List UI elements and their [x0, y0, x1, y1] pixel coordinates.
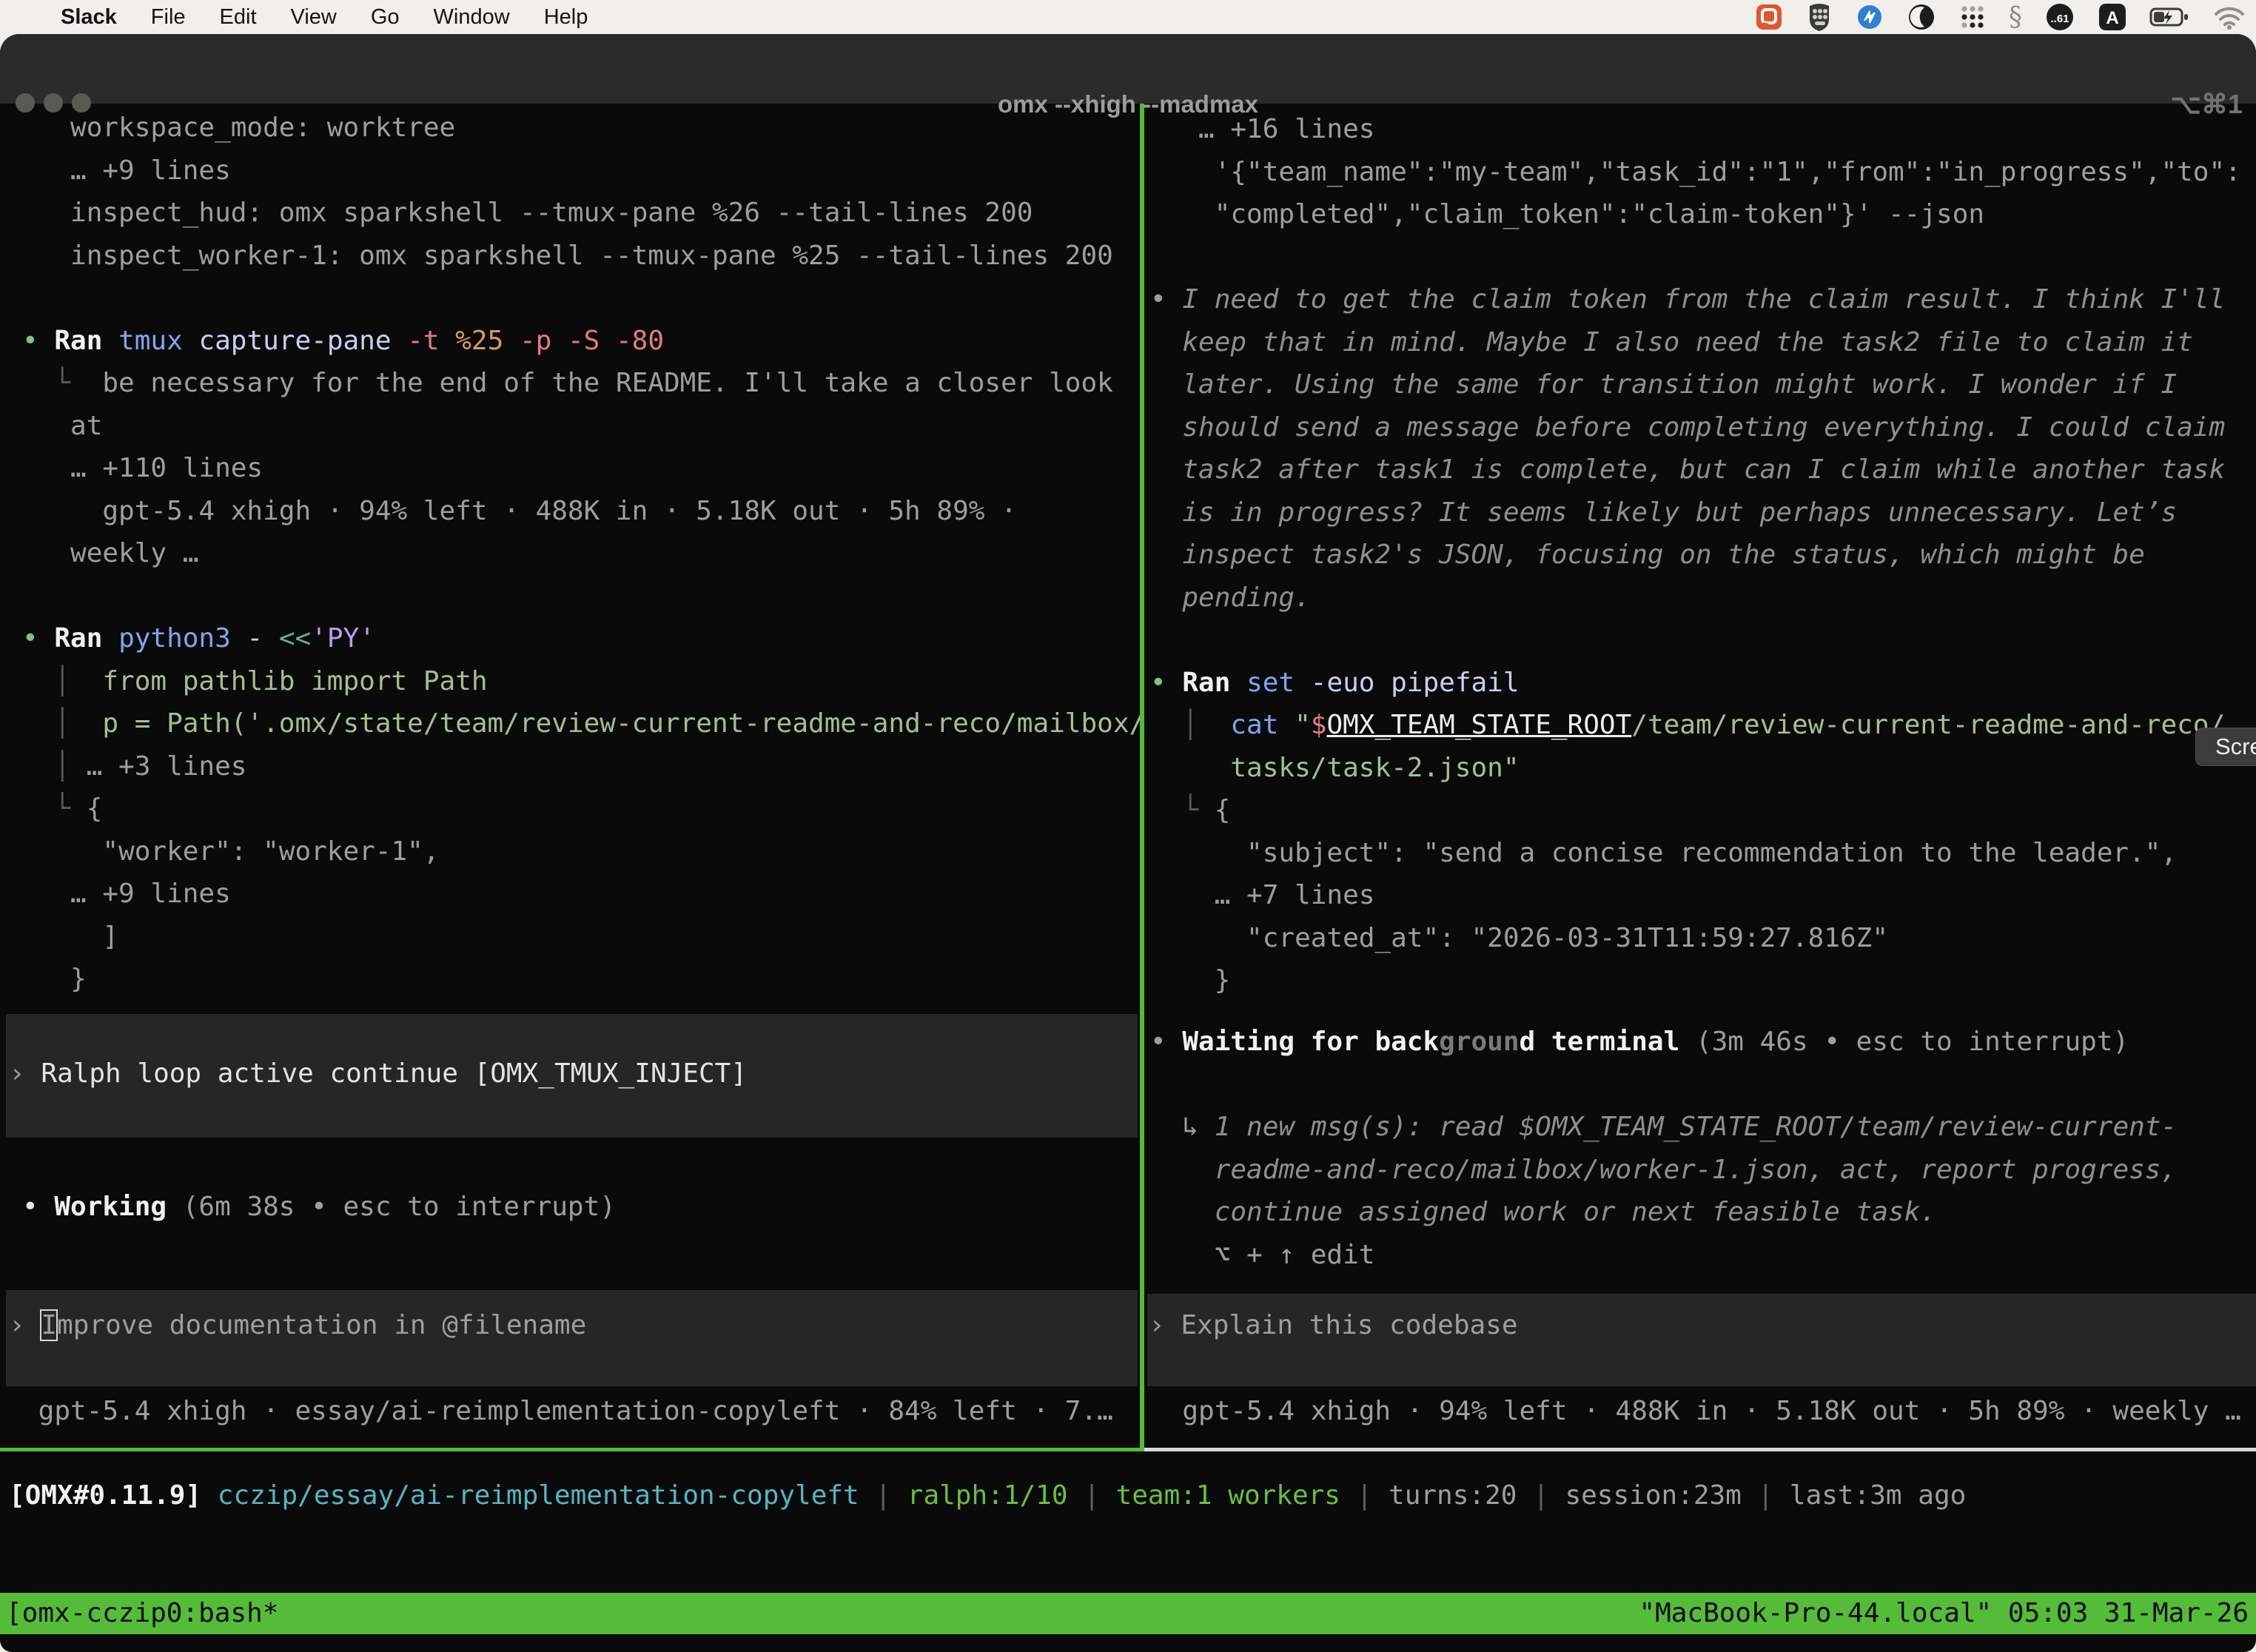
count-badge-text: ..61 — [2050, 13, 2069, 25]
menu-app-name[interactable]: Slack — [61, 5, 117, 30]
squiggle-icon[interactable]: § — [2009, 2, 2022, 33]
menu-item-edit[interactable]: Edit — [220, 5, 257, 30]
wifi-icon[interactable] — [2213, 4, 2246, 30]
menu-item-help[interactable]: Help — [544, 5, 588, 30]
menu-items: File Edit View Go Window Help — [117, 5, 588, 30]
tmux-status-bar: [omx-cczip0:bash* "MacBook-Pro-44.local"… — [0, 1593, 2256, 1634]
tmux-host-clock: "MacBook-Pro-44.local" 05:03 31-Mar-26 — [1639, 1593, 2249, 1634]
screen: Slack File Edit View Go Window Help § ..61 — [0, 0, 2256, 1652]
battery-icon[interactable] — [2149, 6, 2191, 28]
omx-hud-pane: [OMX#0.11.9] cczip/essay/ai-reimplementa… — [0, 34, 2256, 1652]
menu-item-window[interactable]: Window — [434, 5, 510, 30]
svg-text:A: A — [2106, 8, 2118, 28]
terminal-window: omx --xhigh --madmax ⌥⌘1 workspace_mode:… — [0, 34, 2256, 1652]
moon-icon[interactable] — [1907, 2, 1936, 32]
macos-menu-bar: Slack File Edit View Go Window Help § ..61 — [0, 0, 2256, 34]
dots-grid-icon[interactable] — [1958, 3, 1987, 31]
tmux-session-label: [omx-cczip0:bash* — [6, 1593, 278, 1634]
omx-hud-line: [OMX#0.11.9] cczip/essay/ai-reimplementa… — [9, 1479, 1966, 1513]
menu-item-view[interactable]: View — [291, 5, 337, 30]
count-badge-icon[interactable]: ..61 — [2044, 1, 2075, 33]
menu-item-go[interactable]: Go — [371, 5, 400, 30]
screen-share-toast: Scre — [2195, 728, 2256, 766]
input-source-a-icon[interactable]: A — [2098, 2, 2127, 32]
menu-item-file[interactable]: File — [151, 5, 186, 30]
blue-badge-icon[interactable] — [1855, 2, 1884, 32]
keypad-shield-icon[interactable] — [1806, 1, 1833, 33]
screen-record-icon[interactable] — [1754, 2, 1784, 32]
menu-status-icons: § ..61 A — [1754, 0, 2246, 34]
